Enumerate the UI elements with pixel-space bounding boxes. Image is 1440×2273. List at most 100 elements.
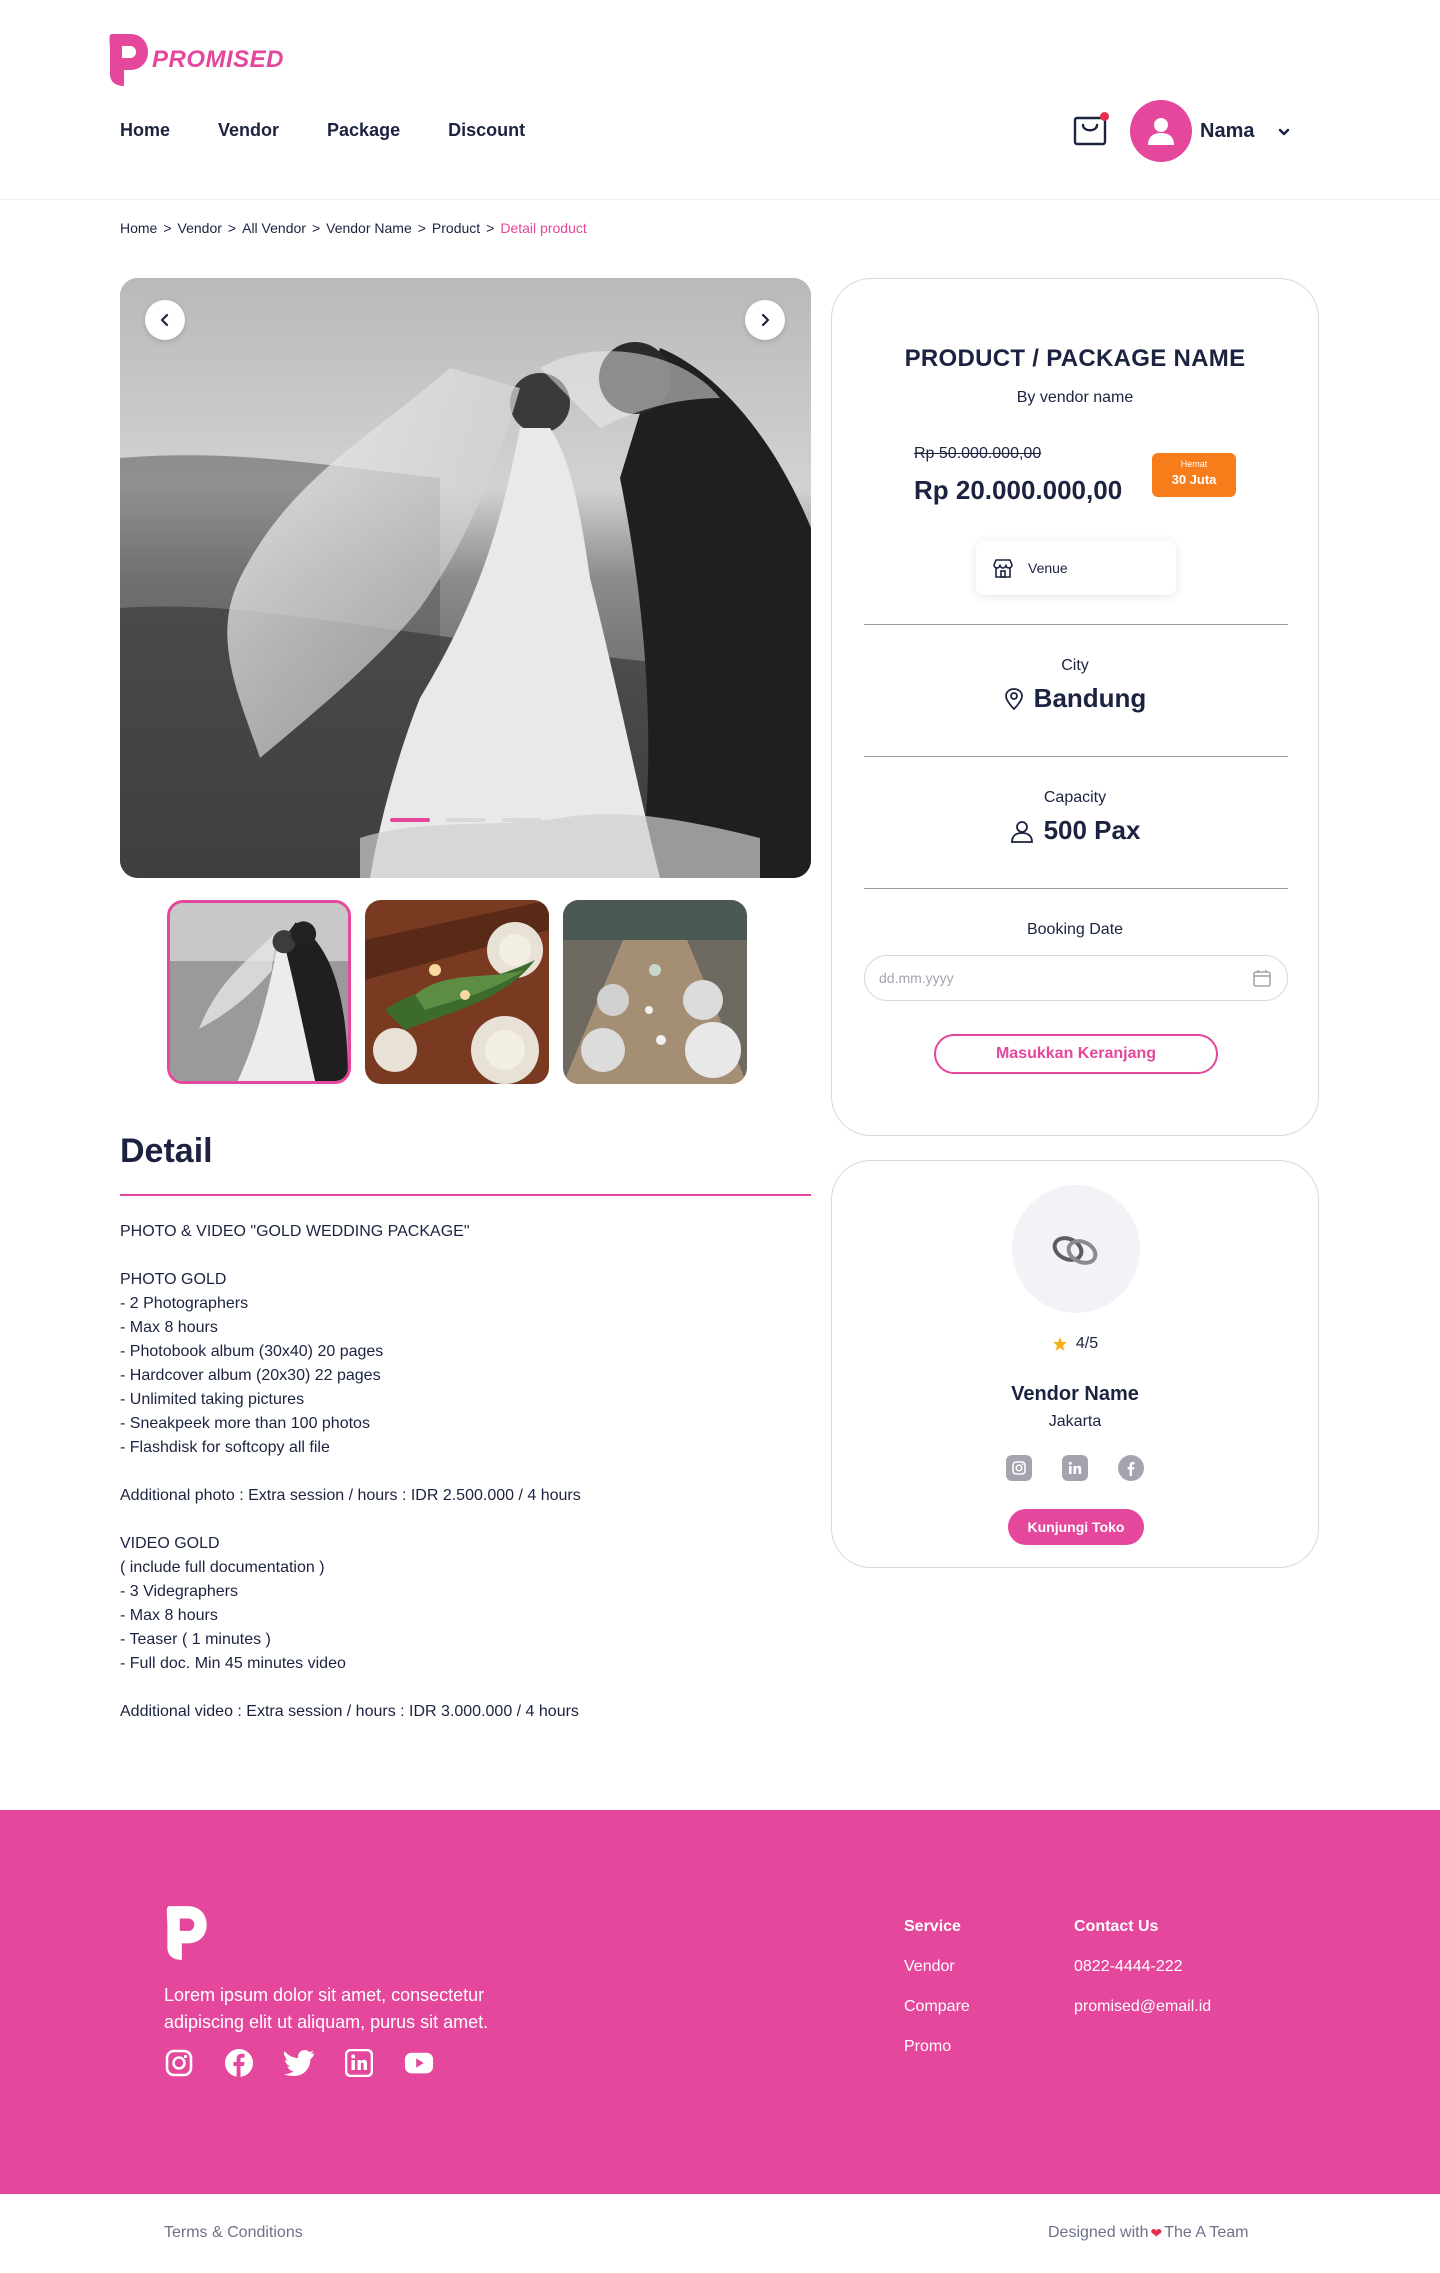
brand-name: PROMISED xyxy=(152,46,285,73)
main-nav: Home Vendor Package Discount xyxy=(120,120,573,141)
gallery-next-button[interactable] xyxy=(745,300,785,340)
detail-line: VIDEO GOLD xyxy=(120,1535,220,1552)
detail-line: - 3 Videgraphers xyxy=(120,1583,238,1600)
facebook-icon[interactable] xyxy=(224,2048,254,2078)
twitter-icon[interactable] xyxy=(284,2048,314,2078)
footer-link-promo[interactable]: Promo xyxy=(904,2038,970,2056)
instagram-icon[interactable] xyxy=(164,2048,194,2078)
p-logo-icon xyxy=(109,34,148,86)
savings-badge: Hemat 30 Juta xyxy=(1152,453,1236,497)
wedding-rings-icon xyxy=(1052,1236,1098,1265)
footer-link-vendor[interactable]: Vendor xyxy=(904,1958,970,1976)
p-logo-icon[interactable] xyxy=(164,1904,208,1962)
capacity-text: 500 Pax xyxy=(1043,815,1141,845)
thumbnail-image xyxy=(365,900,549,1084)
product-gallery-main-image[interactable] xyxy=(120,278,811,878)
discounted-price: Rp 20.000.000,00 xyxy=(914,475,1123,505)
site-header: PROMISED Home Vendor Package Discount Na… xyxy=(0,0,1440,200)
product-name: PRODUCT / PACKAGE NAME xyxy=(904,345,1246,372)
booking-date-label: Booking Date xyxy=(1026,921,1124,938)
detail-line xyxy=(120,1244,811,1268)
chevron-right-icon xyxy=(761,313,770,327)
gallery-thumbnails xyxy=(167,900,747,1084)
category-chip[interactable]: Venue xyxy=(976,541,1176,595)
breadcrumb-home[interactable]: Home xyxy=(120,220,157,236)
instagram-icon[interactable] xyxy=(1006,1455,1032,1481)
gallery-dot[interactable] xyxy=(446,818,486,822)
youtube-icon[interactable] xyxy=(404,2048,434,2078)
nav-package[interactable]: Package xyxy=(327,120,400,141)
linkedin-icon[interactable] xyxy=(344,2048,374,2078)
detail-line: - Teaser ( 1 minutes ) xyxy=(120,1631,271,1648)
breadcrumb-separator: > xyxy=(417,220,426,236)
nav-home[interactable]: Home xyxy=(120,120,170,141)
design-credit: Designed with ❤ The A Team xyxy=(1048,2224,1248,2242)
savings-badge-label: Hemat xyxy=(1180,459,1208,469)
footer-contact-title: Contact Us xyxy=(1074,1918,1159,1935)
cart-notification-dot xyxy=(1100,112,1109,121)
add-to-cart-button[interactable]: Masukkan Keranjang xyxy=(934,1034,1218,1074)
detail-divider xyxy=(120,1194,811,1196)
breadcrumb-vendor-name[interactable]: Vendor Name xyxy=(326,220,412,236)
thumbnail-long-table-setting[interactable] xyxy=(563,900,747,1084)
chevron-down-icon[interactable] xyxy=(1276,124,1292,140)
footer-contact-phone[interactable]: 0822-4444-222 xyxy=(1074,1958,1211,1976)
original-price: Rp 50.000.000,00 xyxy=(914,445,1042,462)
breadcrumb-product[interactable]: Product xyxy=(432,220,480,236)
city-label: City xyxy=(1061,657,1089,674)
footer-service-title: Service xyxy=(904,1918,961,1935)
detail-line: - Photobook album (30x40) 20 pages xyxy=(120,1343,384,1360)
footer-service-column: Service Vendor Compare Promo xyxy=(904,1918,970,2078)
visit-store-button[interactable]: Kunjungi Toko xyxy=(1008,1509,1144,1545)
vendor-logo xyxy=(1012,1185,1140,1313)
detail-line: - Max 8 hours xyxy=(120,1607,218,1624)
category-label: Venue xyxy=(1028,560,1068,576)
thumbnail-wedding-couple[interactable] xyxy=(167,900,351,1084)
user-name[interactable]: Nama xyxy=(1200,120,1254,143)
breadcrumb: Home > Vendor > All Vendor > Vendor Name… xyxy=(120,220,587,236)
gallery-dot[interactable] xyxy=(390,818,430,822)
vendor-card: 4/5 Vendor Name Jakarta Kunjungi Toko xyxy=(831,1160,1319,1568)
city-text: Bandung xyxy=(1033,683,1147,713)
gallery-dot[interactable] xyxy=(502,818,542,822)
detail-line xyxy=(120,1508,811,1532)
credit-team: The A Team xyxy=(1164,2224,1249,2241)
nav-discount[interactable]: Discount xyxy=(448,120,525,141)
detail-line: - Unlimited taking pictures xyxy=(120,1391,305,1408)
capacity-value: 500 Pax xyxy=(832,815,1318,846)
detail-line: Additional photo : Extra session / hours… xyxy=(120,1487,581,1504)
thumbnail-table-setting-greenery[interactable] xyxy=(365,900,549,1084)
nav-vendor[interactable]: Vendor xyxy=(218,120,279,141)
booking-date-input[interactable] xyxy=(864,955,1288,1001)
breadcrumb-vendor[interactable]: Vendor xyxy=(178,220,222,236)
chevron-left-icon xyxy=(160,313,169,327)
wedding-photo-image xyxy=(120,278,811,878)
user-icon xyxy=(1148,118,1174,145)
breadcrumb-current: Detail product xyxy=(500,220,587,236)
detail-line: PHOTO & VIDEO "GOLD WEDDING PACKAGE" xyxy=(120,1223,470,1240)
gallery-prev-button[interactable] xyxy=(145,300,185,340)
card-divider xyxy=(864,756,1288,757)
footer-link-compare[interactable]: Compare xyxy=(904,1998,970,2016)
calendar-icon[interactable] xyxy=(1252,968,1272,988)
product-vendor: By vendor name xyxy=(1016,389,1134,406)
facebook-icon[interactable] xyxy=(1118,1455,1144,1481)
city-value: Bandung xyxy=(832,683,1318,714)
footer-social-links xyxy=(164,2048,434,2078)
linkedin-icon[interactable] xyxy=(1062,1455,1088,1481)
footer-contact-column: Contact Us 0822-4444-222 promised@email.… xyxy=(1074,1918,1211,2038)
breadcrumb-all-vendor[interactable]: All Vendor xyxy=(242,220,306,236)
brand-logo[interactable]: PROMISED xyxy=(108,32,284,88)
product-info-card: PRODUCT / PACKAGE NAME By vendor name Rp… xyxy=(831,278,1319,1136)
footer-description: Lorem ipsum dolor sit amet, consectetur … xyxy=(164,1985,489,2032)
footer-contact-email[interactable]: promised@email.id xyxy=(1074,1998,1211,2016)
detail-line: - Full doc. Min 45 minutes video xyxy=(120,1655,346,1672)
detail-line xyxy=(120,1676,811,1700)
detail-line: - Flashdisk for softcopy all file xyxy=(120,1439,330,1456)
avatar[interactable] xyxy=(1130,100,1192,162)
credit-prefix: Designed with xyxy=(1048,2224,1149,2241)
detail-line: - Sneakpeek more than 100 photos xyxy=(120,1415,370,1432)
card-divider xyxy=(864,624,1288,625)
vendor-name: Vendor Name xyxy=(1011,1383,1139,1405)
terms-link[interactable]: Terms & Conditions xyxy=(164,2224,303,2242)
